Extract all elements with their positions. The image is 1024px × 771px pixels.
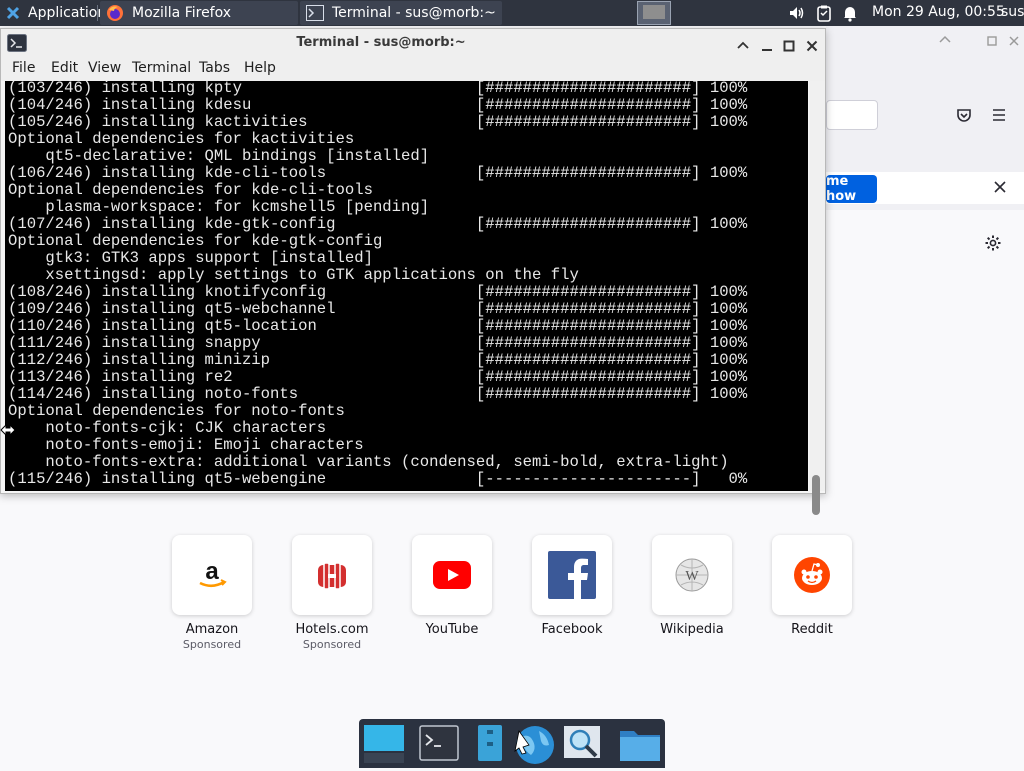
notice-close-icon[interactable]	[992, 179, 1008, 195]
workspace-thumbnail	[643, 5, 665, 19]
firefox-close-button[interactable]	[1008, 32, 1020, 46]
menu-help[interactable]: Help	[244, 60, 276, 76]
shortcut-tile-wikipedia[interactable]: W	[652, 535, 732, 615]
taskbar-item-firefox[interactable]: Mozilla Firefox	[100, 1, 298, 25]
dock	[359, 719, 665, 768]
firefox-url-bar[interactable]	[826, 100, 878, 130]
terminal-line: qt5-declarative: QML bindings [installed…	[45, 147, 430, 165]
shortcut-label: Reddit	[791, 622, 833, 637]
menu-view[interactable]: View	[88, 60, 121, 76]
terminal-line: (104/246) installing kdesu [############…	[8, 96, 748, 114]
shortcut-label: Hotels.com	[295, 622, 369, 637]
notice-action-button[interactable]: me how	[826, 174, 877, 204]
shortcut-tile-hotels[interactable]	[292, 535, 372, 615]
close-button[interactable]	[806, 37, 818, 52]
terminal-icon	[306, 5, 324, 21]
shortcut-tile-youtube[interactable]	[412, 535, 492, 615]
wikipedia-icon: W	[674, 557, 710, 593]
taskbar-item-label: Mozilla Firefox	[132, 5, 232, 21]
terminal-menubar: File Edit View Terminal Tabs Help	[1, 57, 825, 81]
applications-menu-button[interactable]: Applications	[0, 0, 114, 26]
terminal-line: (115/246) installing qt5-webengine [----…	[8, 470, 748, 488]
terminal-output[interactable]: (103/246) installing kpty [#############…	[5, 81, 808, 491]
menu-file[interactable]: File	[12, 60, 35, 76]
svg-text:W: W	[685, 569, 699, 584]
panel-user[interactable]: sus	[1001, 4, 1024, 20]
volume-icon[interactable]	[788, 4, 806, 22]
file-manager-icon[interactable]	[470, 723, 510, 763]
shortcut-label: Wikipedia	[660, 622, 724, 637]
top-panel: Applications Mozilla Firefox Terminal - …	[0, 0, 1024, 26]
taskbar-item-terminal[interactable]: Terminal - sus@morb:~	[300, 1, 502, 25]
firefox-minimize-button[interactable]	[938, 32, 952, 46]
svg-text:a: a	[205, 558, 219, 585]
panel-separator	[97, 5, 98, 21]
shortcut-tile-amazon[interactable]: a	[172, 535, 252, 615]
reddit-icon	[793, 556, 831, 594]
shortcut-label: Facebook	[541, 622, 603, 637]
terminal-line: (111/246) installing snappy [###########…	[8, 334, 748, 352]
terminal-line: (114/246) installing noto-fonts [#######…	[8, 385, 748, 403]
menu-edit[interactable]: Edit	[51, 60, 78, 76]
terminal-titlebar[interactable]: Terminal - sus@morb:~	[1, 29, 825, 57]
taskbar-item-label: Terminal - sus@morb:~	[332, 5, 496, 21]
shortcut-sponsored-label: Sponsored	[302, 638, 362, 651]
resize-cursor-icon	[0, 422, 16, 437]
terminal-line: (107/246) installing kde-gtk-config [###…	[8, 215, 748, 233]
terminal-line: (105/246) installing kactivities [######…	[8, 113, 748, 131]
firefox-icon	[106, 4, 124, 22]
settings-gear-icon[interactable]	[984, 234, 1002, 252]
shortcut-sponsored-label: Sponsored	[182, 638, 242, 651]
scrollbar-thumb[interactable]	[812, 475, 820, 515]
terminal-line: (109/246) installing qt5-webchannel [###…	[8, 300, 748, 318]
terminal-line: noto-fonts-cjk: CJK characters	[45, 419, 327, 437]
folder-icon[interactable]	[619, 723, 660, 763]
workspace-switcher[interactable]	[637, 1, 671, 25]
terminal-line: xsettingsd: apply settings to GTK applic…	[45, 266, 579, 284]
terminal-line: (112/246) installing minizip [##########…	[8, 351, 748, 369]
terminal-line: (106/246) installing kde-cli-tools [####…	[8, 164, 748, 182]
facebook-icon	[548, 551, 596, 599]
web-browser-icon[interactable]	[513, 723, 554, 764]
panel-clock[interactable]: Mon 29 Aug, 00:55	[872, 4, 1005, 20]
shade-button[interactable]	[737, 37, 749, 49]
terminal-text: (103/246) installing kpty [#############…	[8, 81, 747, 488]
terminal-scrollbar[interactable]	[809, 81, 825, 491]
xfce-logo-icon	[6, 6, 20, 20]
shortcut-label: YouTube	[425, 622, 479, 637]
youtube-icon	[433, 561, 471, 589]
hamburger-menu-icon[interactable]	[991, 107, 1007, 123]
pocket-icon[interactable]	[955, 106, 973, 124]
terminal-line: (110/246) installing qt5-location [#####…	[8, 317, 748, 335]
terminal-icon[interactable]	[419, 723, 459, 763]
terminal-line: (113/246) installing re2 [##############…	[8, 368, 748, 386]
menu-terminal[interactable]: Terminal	[132, 60, 191, 76]
show-desktop-icon[interactable]	[363, 723, 404, 763]
terminal-line: noto-fonts-emoji: Emoji characters	[45, 436, 364, 454]
hotels-icon	[316, 559, 348, 591]
shortcut-tile-reddit[interactable]	[772, 535, 852, 615]
notification-bell-icon[interactable]	[841, 4, 859, 22]
menu-tabs[interactable]: Tabs	[199, 60, 230, 76]
terminal-window-title: Terminal - sus@morb:~	[296, 35, 466, 50]
terminal-line: Optional dependencies for kactivities	[8, 130, 355, 148]
clipboard-icon[interactable]	[815, 4, 833, 22]
terminal-line: gtk3: GTK3 apps support [installed]	[45, 249, 373, 267]
shortcut-tile-facebook[interactable]	[532, 535, 612, 615]
app-finder-icon[interactable]	[563, 723, 603, 763]
shortcut-label: Amazon	[185, 622, 239, 637]
maximize-button[interactable]	[783, 37, 795, 52]
terminal-line: (103/246) installing kpty [#############…	[8, 81, 748, 97]
amazon-icon: a	[194, 557, 230, 593]
terminal-line: Optional dependencies for noto-fonts	[8, 402, 345, 420]
terminal-window: Terminal - sus@morb:~ File Edit View Ter…	[0, 28, 826, 515]
terminal-line: Optional dependencies for kde-cli-tools	[8, 181, 373, 199]
terminal-line: plasma-workspace: for kcmshell5 [pending…	[45, 198, 430, 216]
terminal-line: Optional dependencies for kde-gtk-config	[8, 232, 383, 250]
terminal-line: noto-fonts-extra: additional variants (c…	[45, 453, 729, 471]
minimize-button[interactable]	[761, 37, 773, 51]
firefox-maximize-button[interactable]	[986, 32, 998, 46]
terminal-line: (108/246) installing knotifyconfig [####…	[8, 283, 748, 301]
